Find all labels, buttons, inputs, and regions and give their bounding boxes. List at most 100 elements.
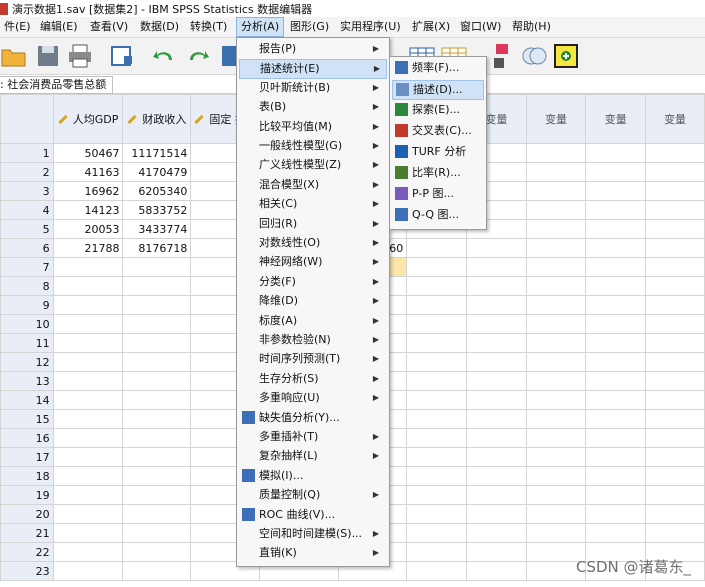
cell-var-2[interactable] <box>406 352 468 372</box>
row-number[interactable]: 19 <box>0 485 54 505</box>
analyze-menu-item[interactable]: 广义线性模型(Z) ▶ <box>239 156 385 174</box>
cell-var-6[interactable] <box>645 162 705 182</box>
cell-revenue[interactable] <box>122 257 192 277</box>
cell-var-5[interactable] <box>585 314 647 334</box>
cell-gdp[interactable] <box>52 447 124 467</box>
row-number[interactable]: 20 <box>0 504 54 524</box>
menu-graphs[interactable]: 图形(G) <box>286 17 333 37</box>
analyze-menu-item[interactable]: 多重响应(U) ▶ <box>239 389 385 407</box>
cell-gdp[interactable] <box>52 542 124 562</box>
cell-var-2[interactable] <box>406 371 468 391</box>
cell-var-5[interactable] <box>585 257 647 277</box>
cell-var-6[interactable] <box>645 200 705 220</box>
cell-var-5[interactable] <box>585 447 647 467</box>
cell-var-6[interactable] <box>645 238 705 258</box>
cell-var-2[interactable] <box>406 276 468 296</box>
cell-var-5[interactable] <box>585 200 647 220</box>
cell-revenue[interactable] <box>122 352 192 372</box>
analyze-menu-item[interactable]: 描述统计(E) ▶ <box>239 59 387 80</box>
analyze-menu-item[interactable]: 复杂抽样(L) ▶ <box>239 447 385 465</box>
menu-utilities[interactable]: 实用程序(U) <box>336 17 405 37</box>
menu-window[interactable]: 窗口(W) <box>456 17 505 37</box>
cell-var-5[interactable] <box>585 485 647 505</box>
save-icon[interactable] <box>34 42 62 70</box>
row-number[interactable]: 23 <box>0 561 54 581</box>
analyze-menu-item[interactable]: 表(B) ▶ <box>239 98 385 116</box>
cell-gdp[interactable]: 21788 <box>52 238 124 258</box>
analyze-menu-item[interactable]: 标度(A) ▶ <box>239 312 385 330</box>
cell-var-5[interactable] <box>585 409 647 429</box>
descriptive-submenu-item[interactable]: TURF 分析 <box>392 143 482 161</box>
cell-revenue[interactable]: 6205340 <box>122 181 192 201</box>
cell-var-2[interactable] <box>406 561 468 581</box>
row-number[interactable]: 3 <box>0 181 54 201</box>
open-folder-icon[interactable] <box>0 42 28 70</box>
cell-var-3[interactable] <box>466 561 527 581</box>
cell-gdp[interactable] <box>52 409 124 429</box>
cell-var-6[interactable] <box>645 447 705 467</box>
cell-var-4[interactable] <box>525 504 587 524</box>
cell-var-3[interactable] <box>466 352 527 372</box>
column-header-var-4[interactable]: 变量 <box>525 94 587 144</box>
cell-var-3[interactable] <box>466 314 527 334</box>
cell-var-2[interactable] <box>406 295 468 315</box>
cell-revenue[interactable] <box>122 466 192 486</box>
cell-var-4[interactable] <box>525 238 587 258</box>
row-number[interactable]: 18 <box>0 466 54 486</box>
cell-revenue[interactable] <box>122 276 192 296</box>
show-all-variables-icon[interactable] <box>520 42 548 70</box>
cell-var-4[interactable] <box>525 143 587 163</box>
cell-gdp[interactable] <box>52 352 124 372</box>
cell-gdp[interactable] <box>52 485 124 505</box>
cell-var-4[interactable] <box>525 447 587 467</box>
cell-gdp[interactable] <box>52 257 124 277</box>
cell-revenue[interactable]: 5833752 <box>122 200 192 220</box>
row-number[interactable]: 12 <box>0 352 54 372</box>
cell-revenue[interactable]: 11171514 <box>122 143 192 163</box>
corner-cell[interactable] <box>0 94 54 144</box>
analyze-menu-item[interactable]: 回归(R) ▶ <box>239 215 385 233</box>
analyze-menu-item[interactable]: 质量控制(Q) ▶ <box>239 486 385 504</box>
cell-gdp[interactable] <box>52 295 124 315</box>
cell-var-6[interactable] <box>645 295 705 315</box>
descriptive-submenu-item[interactable]: Q-Q 图... <box>392 206 482 224</box>
row-number[interactable]: 10 <box>0 314 54 334</box>
analyze-menu-item[interactable]: 一般线性模型(G) ▶ <box>239 137 385 155</box>
cell-revenue[interactable] <box>122 333 192 353</box>
cell-var-3[interactable] <box>466 428 527 448</box>
cell-var-5[interactable] <box>585 162 647 182</box>
cell-var-4[interactable] <box>525 371 587 391</box>
row-number[interactable]: 7 <box>0 257 54 277</box>
cell-var-6[interactable] <box>645 352 705 372</box>
cell-var-3[interactable] <box>466 295 527 315</box>
cell-var-2[interactable] <box>406 257 468 277</box>
cell-var-2[interactable] <box>406 447 468 467</box>
row-number[interactable]: 8 <box>0 276 54 296</box>
cell-var-3[interactable] <box>466 276 527 296</box>
cell-var-2[interactable] <box>406 504 468 524</box>
menu-extensions[interactable]: 扩展(X) <box>408 17 454 37</box>
cell-var-3[interactable] <box>466 390 527 410</box>
column-header-var-5[interactable]: 变量 <box>585 94 647 144</box>
row-number[interactable]: 9 <box>0 295 54 315</box>
cell-gdp[interactable] <box>52 371 124 391</box>
cell-var-6[interactable] <box>645 523 705 543</box>
cell-gdp[interactable]: 16962 <box>52 181 124 201</box>
row-number[interactable]: 21 <box>0 523 54 543</box>
print-icon[interactable] <box>66 42 94 70</box>
cell-var-6[interactable] <box>645 504 705 524</box>
row-number[interactable]: 4 <box>0 200 54 220</box>
cell-var-6[interactable] <box>645 390 705 410</box>
cell-gdp[interactable]: 14123 <box>52 200 124 220</box>
analyze-menu-item[interactable]: 相关(C) ▶ <box>239 195 385 213</box>
spell-check-icon[interactable] <box>552 42 580 70</box>
menu-edit[interactable]: 编辑(E) <box>36 17 82 37</box>
cell-revenue[interactable] <box>122 371 192 391</box>
cell-var-5[interactable] <box>585 295 647 315</box>
row-number[interactable]: 2 <box>0 162 54 182</box>
cell-revenue[interactable]: 3433774 <box>122 219 192 239</box>
menu-file[interactable]: 件(E) <box>0 17 35 37</box>
cell-var-5[interactable] <box>585 333 647 353</box>
cell-var-3[interactable] <box>466 257 527 277</box>
cell-var-4[interactable] <box>525 276 587 296</box>
